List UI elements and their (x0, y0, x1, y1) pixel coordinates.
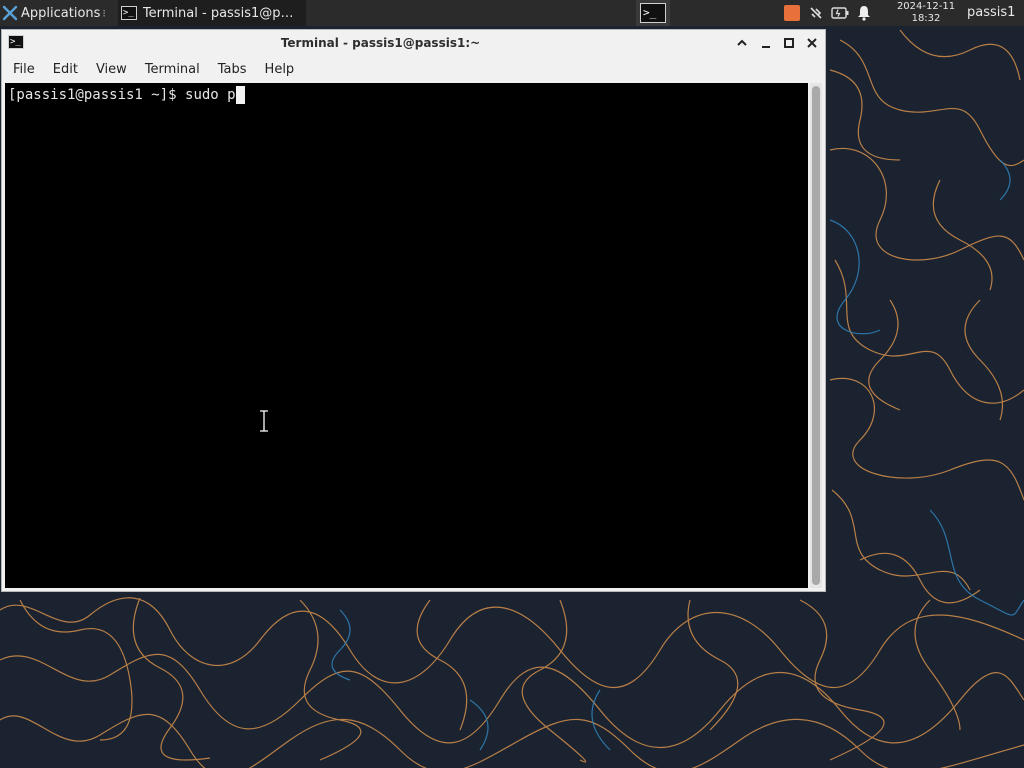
maximize-button[interactable] (780, 34, 798, 52)
close-icon (807, 38, 817, 48)
menu-terminal[interactable]: Terminal (135, 62, 208, 77)
battery-tray-button[interactable] (828, 0, 852, 26)
applications-label: Applications (21, 5, 101, 21)
ibeam-cursor-icon (260, 410, 268, 432)
battery-icon (831, 7, 849, 19)
clock-time: 18:32 (911, 13, 941, 24)
terminal-icon: >_ (120, 6, 137, 20)
terminal-icon: >_ (640, 3, 666, 23)
terminal-window: >_ Terminal - passis1@passis1:~ File Edi… (1, 29, 826, 592)
xfce-mouse-icon (2, 5, 18, 21)
shade-button[interactable] (733, 34, 751, 52)
text-cursor (235, 86, 245, 104)
chevron-up-icon (737, 39, 747, 46)
notifications-tray-button[interactable] (852, 0, 876, 26)
system-tray (780, 0, 876, 26)
terminal-input: sudo p (185, 87, 236, 103)
window-menubar: File Edit View Terminal Tabs Help (2, 57, 825, 81)
taskbar-item-terminal[interactable]: >_ Terminal - passis1@p… (117, 0, 306, 26)
terminal-prompt: [passis1@passis1 ~]$ (8, 87, 186, 103)
terminal-output[interactable]: [passis1@passis1 ~]$ sudo p (5, 83, 808, 588)
window-title: Terminal - passis1@passis1:~ (280, 36, 481, 50)
workspace-1[interactable]: >_ (636, 0, 670, 26)
top-panel: Applications ⁝ >_ Terminal - passis1@p… … (0, 0, 1024, 26)
terminal-scrollbar[interactable] (810, 83, 822, 588)
panel-clock[interactable]: 2024-12-11 18:32 (888, 1, 964, 25)
scrollbar-thumb[interactable] (812, 86, 820, 585)
bell-icon (858, 6, 870, 21)
menu-file[interactable]: File (2, 62, 43, 77)
updates-tray-button[interactable] (780, 0, 804, 26)
window-titlebar[interactable]: >_ Terminal - passis1@passis1:~ (2, 30, 825, 56)
menu-tabs[interactable]: Tabs (208, 62, 255, 77)
workspace-switcher: >_ (636, 0, 738, 26)
user-menu-button[interactable]: passis1 (967, 0, 1015, 26)
terminal-command-line: [passis1@passis1 ~]$ sudo p (8, 86, 245, 104)
menu-edit[interactable]: Edit (43, 62, 86, 77)
minimize-icon (762, 46, 770, 48)
network-tray-button[interactable] (804, 0, 828, 26)
taskbar-item-label: Terminal - passis1@p… (142, 5, 294, 21)
clock-date: 2024-12-11 (896, 1, 956, 12)
applications-menu-button[interactable]: Applications ⁝ (0, 0, 112, 26)
close-button[interactable] (803, 34, 821, 52)
updates-icon (784, 5, 800, 21)
maximize-icon (784, 38, 794, 48)
workspace-3[interactable] (704, 0, 738, 26)
network-disconnected-icon (810, 7, 822, 19)
menu-help[interactable]: Help (255, 62, 303, 77)
workspace-2[interactable] (670, 0, 704, 26)
panel-separator: ⁝ (102, 6, 106, 20)
minimize-button[interactable] (757, 34, 775, 52)
menu-view[interactable]: View (86, 62, 135, 77)
